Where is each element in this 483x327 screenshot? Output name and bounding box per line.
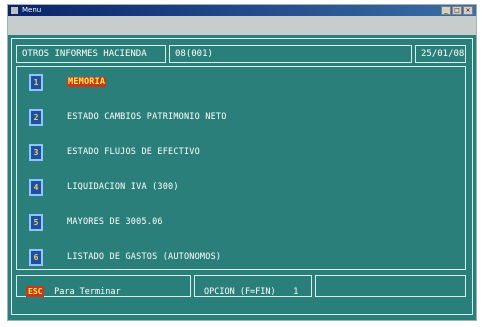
menu-key-5[interactable]: 5 <box>29 213 43 231</box>
section-code: 08(001) <box>169 45 412 63</box>
menu-label: LISTADO DE GASTOS (AUTONOMOS) <box>67 252 222 262</box>
option-prompt[interactable]: OPCION (F=FIN) 1 <box>204 279 298 297</box>
menu-item-flujos-efectivo[interactable]: 3 ESTADO FLUJOS DE EFECTIVO <box>29 142 200 162</box>
menu-key-3[interactable]: 3 <box>29 143 43 161</box>
footer-esc[interactable]: ESC Para Terminar <box>26 279 121 297</box>
menu-item-mayores[interactable]: 5 MAYORES DE 3005.06 <box>29 212 163 232</box>
date-display: 25/01/08 <box>415 45 466 63</box>
menu-item-listado-gastos[interactable]: 6 LISTADO DE GASTOS (AUTONOMOS) <box>29 247 221 267</box>
menu-panel <box>16 66 466 270</box>
menu-key-2[interactable]: 2 <box>29 108 43 126</box>
option-input[interactable]: 1 <box>293 287 298 297</box>
menu-label: MAYORES DE 3005.06 <box>67 217 163 227</box>
esc-text: Para Terminar <box>54 287 121 297</box>
app-icon <box>11 7 18 14</box>
menu-item-liquidacion-iva[interactable]: 4 LIQUIDACION IVA (300) <box>29 177 179 197</box>
option-label: OPCION (F=FIN) <box>204 287 276 297</box>
toolbar-strip <box>8 16 476 35</box>
close-button[interactable]: × <box>463 6 473 15</box>
app-window: Menu _ □ × OTROS INFORMES HACIENDA 08(00… <box>7 4 477 321</box>
terminal-screen: OTROS INFORMES HACIENDA 08(001) 25/01/08… <box>8 35 476 320</box>
menu-label: ESTADO CAMBIOS PATRIMONIO NETO <box>67 112 227 122</box>
menu-key-4[interactable]: 4 <box>29 178 43 196</box>
window-controls: _ □ × <box>441 6 473 15</box>
menu-label: LIQUIDACION IVA (300) <box>67 182 179 192</box>
section-title: OTROS INFORMES HACIENDA <box>16 45 166 63</box>
menu-key-1[interactable]: 1 <box>29 73 43 91</box>
menu-item-estado-cambios[interactable]: 2 ESTADO CAMBIOS PATRIMONIO NETO <box>29 107 227 127</box>
esc-key[interactable]: ESC <box>26 286 45 297</box>
title-bar[interactable]: Menu _ □ × <box>8 5 476 16</box>
minimize-button[interactable]: _ <box>441 6 451 15</box>
maximize-button[interactable]: □ <box>452 6 462 15</box>
menu-label: MEMORIA <box>67 77 107 87</box>
footer-right-box <box>315 275 466 297</box>
menu-label: ESTADO FLUJOS DE EFECTIVO <box>67 147 200 157</box>
menu-key-6[interactable]: 6 <box>29 248 43 266</box>
window-title: Menu <box>22 6 42 14</box>
menu-item-memoria[interactable]: 1 MEMORIA <box>29 72 107 92</box>
